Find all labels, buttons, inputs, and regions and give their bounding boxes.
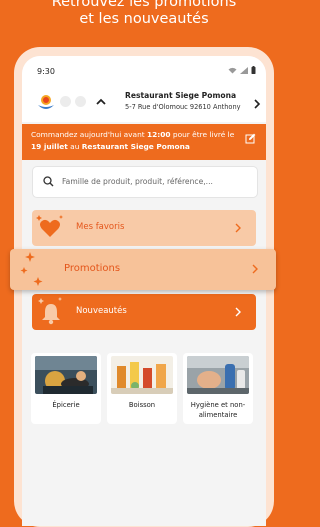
headline: Retrouvez les promotions et les nouveaut… <box>0 0 288 28</box>
chevron-right-icon <box>252 264 258 274</box>
status-icons <box>228 66 256 74</box>
drinks-photo-icon <box>111 356 173 394</box>
heart-icon <box>36 215 63 237</box>
restaurant-header[interactable]: Restaurant Siege Pomona 5-7 Rue d'Olomou… <box>22 86 266 122</box>
wifi-icon <box>228 67 237 73</box>
indicator-dot <box>75 96 86 107</box>
sparkles-icon <box>20 252 43 286</box>
edit-icon[interactable] <box>245 133 256 144</box>
category-card-drinks[interactable]: Boisson <box>107 353 177 424</box>
chevron-up-icon[interactable] <box>94 95 108 109</box>
category-label: Épicerie <box>52 401 80 409</box>
search-input[interactable]: Famille de produit, produit, référence,.… <box>32 166 258 198</box>
delivery-banner-text: Commandez aujourd'hui avant 12:00 pour ê… <box>31 130 235 151</box>
status-bar: 9:30 <box>22 56 266 86</box>
category-card-hygiene[interactable]: Hygiène et non-alimentaire <box>183 353 253 424</box>
battery-icon <box>251 66 256 74</box>
headline-line-1: Retrouvez les promotions <box>51 0 237 10</box>
category-card-grocery[interactable]: Épicerie <box>31 353 101 424</box>
indicator-dot <box>60 96 71 107</box>
promotions-label: Promotions <box>64 263 121 274</box>
restaurant-address: 5-7 Rue d'Olomouc 92610 Anthony <box>125 103 241 111</box>
category-label: Boisson <box>128 401 156 409</box>
app-screen: 9:30 Restaurant Siege Pomona 5-7 Rue d'O… <box>22 56 266 526</box>
menu-item-favorites[interactable]: Mes favoris <box>32 210 256 246</box>
brand-logo-icon <box>38 95 54 109</box>
status-time: 9:30 <box>37 67 55 76</box>
category-label: Hygiène et non-alimentaire <box>190 401 246 419</box>
restaurant-name: Restaurant Siege Pomona <box>125 91 237 100</box>
signal-icon <box>240 66 248 74</box>
chevron-right-icon[interactable] <box>252 98 262 110</box>
headline-line-2: et les nouveautés <box>79 11 209 27</box>
bell-icon <box>38 297 62 325</box>
menu-item-news[interactable]: Nouveautés <box>32 294 256 330</box>
search-icon <box>43 176 54 187</box>
news-label: Nouveautés <box>76 306 127 316</box>
delivery-banner[interactable]: Commandez aujourd'hui avant 12:00 pour ê… <box>22 124 266 160</box>
hygiene-photo-icon <box>187 356 249 394</box>
grocery-photo-icon <box>35 356 97 394</box>
search-placeholder: Famille de produit, produit, référence,.… <box>62 177 213 186</box>
chevron-right-icon <box>235 223 241 233</box>
chevron-right-icon <box>235 307 241 317</box>
favorites-label: Mes favoris <box>76 222 125 232</box>
menu-item-promotions[interactable]: Promotions <box>10 249 276 290</box>
category-list: Épicerie Boisson Hygiène et non-alimenta… <box>31 353 253 424</box>
level-indicators <box>60 96 86 107</box>
